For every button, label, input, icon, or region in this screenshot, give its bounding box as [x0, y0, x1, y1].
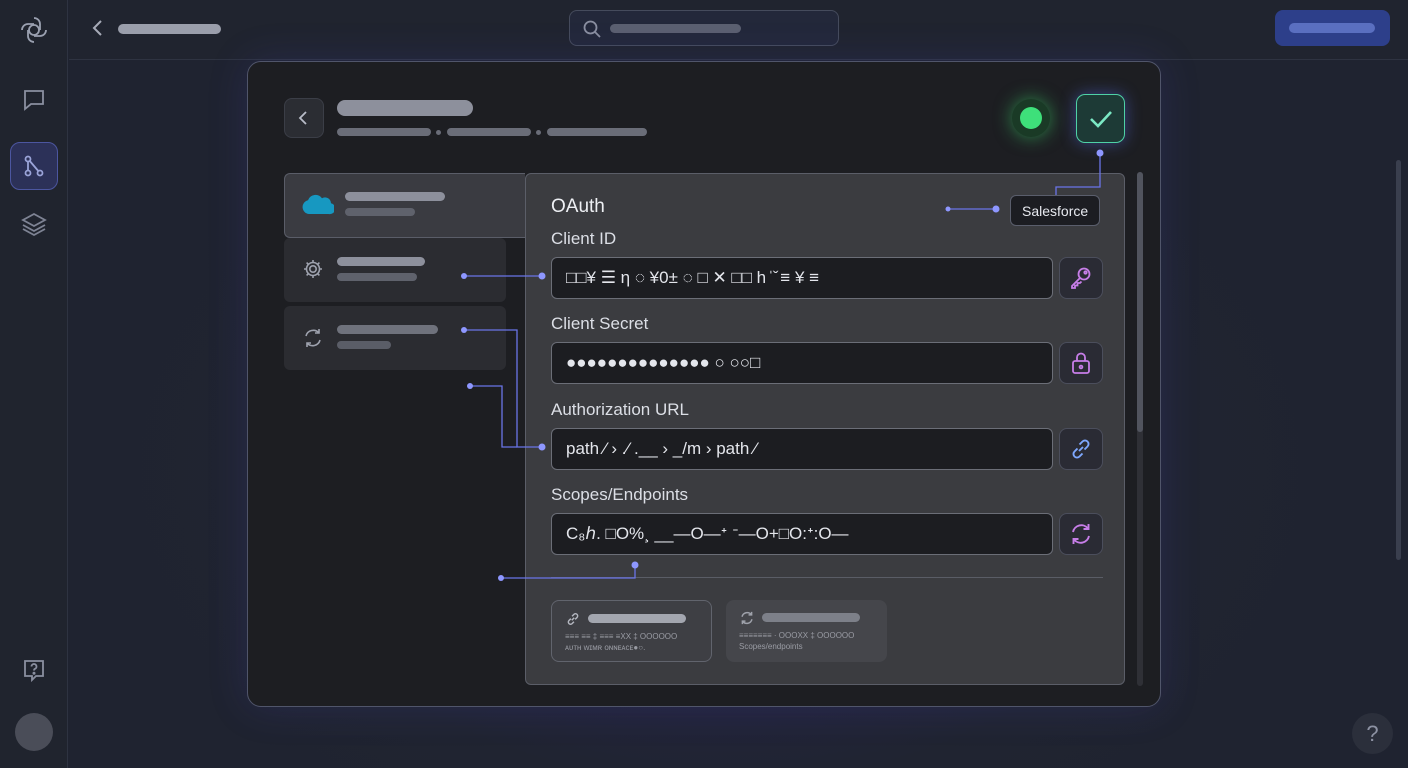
- connector-lines: [461, 149, 1104, 581]
